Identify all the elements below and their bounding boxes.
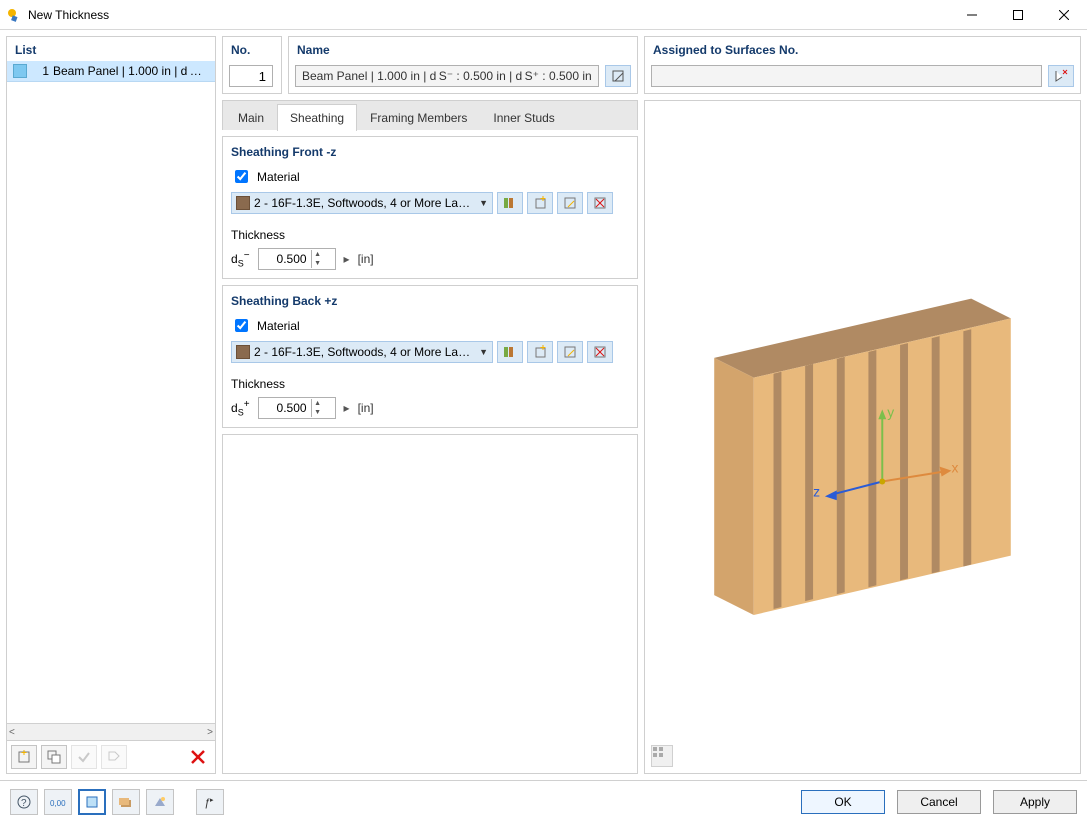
tab-sheathing[interactable]: Sheathing <box>277 104 357 131</box>
sheathing-back-section: Sheathing Back +z Material 2 - 16F-1.3E,… <box>222 285 638 428</box>
list-toolbar <box>7 740 215 773</box>
front-material-checkbox[interactable] <box>235 170 248 183</box>
name-group: Name Beam Panel | 1.000 in | d S⁻ : 0.50… <box>288 36 638 94</box>
layers-button[interactable] <box>112 789 140 815</box>
apply-button[interactable]: Apply <box>993 790 1077 814</box>
delete-item-button[interactable] <box>185 745 211 769</box>
front-thickness-input[interactable]: ▲▼ <box>258 248 336 270</box>
tab-inner-studs[interactable]: Inner Studs <box>480 104 567 131</box>
assigned-title: Assigned to Surfaces No. <box>645 37 1080 59</box>
scroll-right-icon[interactable]: > <box>207 727 213 738</box>
chevron-down-icon: ▼ <box>479 198 488 208</box>
app-icon <box>6 7 22 23</box>
horizontal-scrollbar[interactable]: < > <box>7 723 215 740</box>
material-delete-button[interactable] <box>587 192 613 214</box>
front-material-label: Material <box>257 170 300 184</box>
maximize-button[interactable] <box>995 0 1041 30</box>
material-swatch-icon <box>236 196 250 210</box>
list-item-label: Beam Panel | 1.000 in | d S⁻ : 0.50 <box>53 64 209 78</box>
preview-3d-panel[interactable]: y x z <box>644 100 1081 774</box>
window-title: New Thickness <box>28 8 949 22</box>
view-mode-button[interactable] <box>78 789 106 815</box>
material-delete-button[interactable] <box>587 341 613 363</box>
front-material-text: 2 - 16F-1.3E, Softwoods, 4 or More Lams … <box>254 196 475 210</box>
svg-text:?: ? <box>21 798 27 809</box>
scroll-left-icon[interactable]: < <box>9 727 15 738</box>
close-button[interactable] <box>1041 0 1087 30</box>
material-edit-button[interactable] <box>557 192 583 214</box>
name-title: Name <box>289 37 637 59</box>
svg-text:0,00: 0,00 <box>50 799 66 808</box>
number-input[interactable] <box>229 65 273 87</box>
axis-y-label: y <box>887 404 894 420</box>
spin-buttons-icon[interactable]: ▲▼ <box>311 399 324 417</box>
material-new-button[interactable] <box>527 192 553 214</box>
back-thickness-unit: [in] <box>358 401 374 415</box>
sheathing-back-title: Sheathing Back +z <box>231 294 629 308</box>
back-thickness-symbol: dS+ <box>231 399 250 417</box>
material-swatch-icon <box>236 345 250 359</box>
name-field: Beam Panel | 1.000 in | d S⁻ : 0.500 in … <box>295 65 599 87</box>
back-material-dropdown[interactable]: 2 - 16F-1.3E, Softwoods, 4 or More Lams … <box>231 341 493 363</box>
svg-text:▸: ▸ <box>210 797 214 804</box>
sheathing-front-title: Sheathing Front -z <box>231 145 629 159</box>
render-button[interactable] <box>146 789 174 815</box>
material-library-button[interactable] <box>497 341 523 363</box>
back-material-checkbox[interactable] <box>235 319 248 332</box>
check-button <box>71 745 97 769</box>
titlebar: New Thickness <box>0 0 1087 30</box>
number-title: No. <box>223 37 281 59</box>
assigned-surfaces-field[interactable] <box>651 65 1042 87</box>
back-thickness-step-icon[interactable]: ▸ <box>344 401 350 415</box>
dialog-footer: ? 0,00 ƒ▸ OK Cancel Apply <box>0 780 1087 822</box>
back-thickness-label: Thickness <box>231 377 629 391</box>
sheathing-front-section: Sheathing Front -z Material 2 - 16F-1.3E… <box>222 136 638 279</box>
edit-name-button[interactable] <box>605 65 631 87</box>
tab-framing-members[interactable]: Framing Members <box>357 104 480 131</box>
preview-options-button[interactable] <box>651 745 673 767</box>
front-thickness-label: Thickness <box>231 228 629 242</box>
axis-x-label: x <box>951 460 958 476</box>
list-panel: List 1 Beam Panel | 1.000 in | d S⁻ : 0.… <box>6 36 216 774</box>
back-material-label: Material <box>257 319 300 333</box>
list-item[interactable]: 1 Beam Panel | 1.000 in | d S⁻ : 0.50 <box>7 61 215 82</box>
assigned-group: Assigned to Surfaces No. <box>644 36 1081 94</box>
tab-main[interactable]: Main <box>225 104 277 131</box>
units-button[interactable]: 0,00 <box>44 789 72 815</box>
front-material-dropdown[interactable]: 2 - 16F-1.3E, Softwoods, 4 or More Lams … <box>231 192 493 214</box>
spin-buttons-icon[interactable]: ▲▼ <box>311 250 324 268</box>
material-edit-button[interactable] <box>557 341 583 363</box>
copy-item-button[interactable] <box>41 745 67 769</box>
back-thickness-value[interactable] <box>259 400 311 416</box>
chevron-down-icon: ▼ <box>479 347 488 357</box>
front-thickness-unit: [in] <box>358 252 374 266</box>
axis-z-label: z <box>813 483 820 499</box>
cancel-button[interactable]: Cancel <box>897 790 981 814</box>
thickness-swatch-icon <box>13 64 27 78</box>
number-group: No. <box>222 36 282 94</box>
minimize-button[interactable] <box>949 0 995 30</box>
material-new-button[interactable] <box>527 341 553 363</box>
pick-surfaces-button[interactable] <box>1048 65 1074 87</box>
tabstrip: Main Sheathing Framing Members Inner Stu… <box>222 100 638 130</box>
new-item-button[interactable] <box>11 745 37 769</box>
list-item-number: 1 <box>31 64 49 78</box>
blank-panel <box>222 434 638 774</box>
back-thickness-input[interactable]: ▲▼ <box>258 397 336 419</box>
tag-button <box>101 745 127 769</box>
name-value: Beam Panel | 1.000 in | d S⁻ : 0.500 in … <box>302 69 592 83</box>
help-button[interactable]: ? <box>10 789 38 815</box>
material-library-button[interactable] <box>497 192 523 214</box>
front-thickness-value[interactable] <box>259 251 311 267</box>
front-thickness-step-icon[interactable]: ▸ <box>344 252 350 266</box>
ok-button[interactable]: OK <box>801 790 885 814</box>
list-title: List <box>7 37 215 61</box>
function-button[interactable]: ƒ▸ <box>196 789 224 815</box>
front-thickness-symbol: dS− <box>231 250 250 268</box>
back-material-text: 2 - 16F-1.3E, Softwoods, 4 or More Lams … <box>254 345 475 359</box>
